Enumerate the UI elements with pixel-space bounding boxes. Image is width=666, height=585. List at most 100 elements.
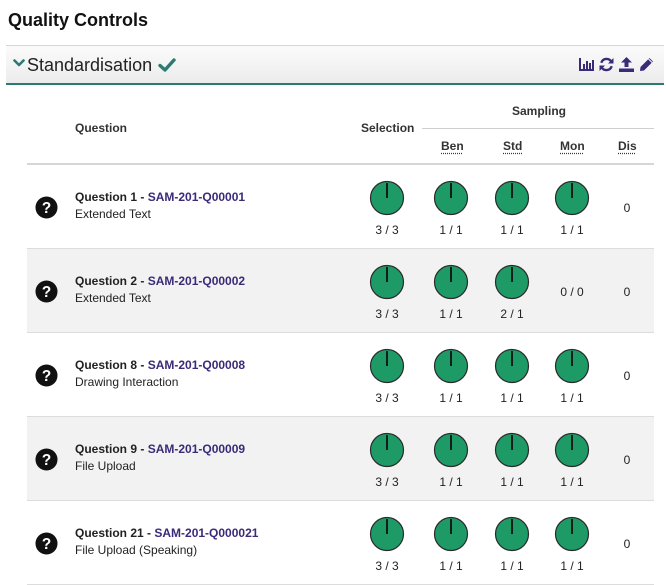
question-separator: - <box>137 190 148 204</box>
question-code-link[interactable]: SAM-201-Q00009 <box>148 442 245 456</box>
question-label: Question 21 <box>75 526 144 540</box>
sampling-divider <box>422 128 654 129</box>
table-row: ? Question 2 - SAM-201-Q00002 Extended Tex… <box>27 249 654 333</box>
question-title: Question 8 - SAM-201-Q00008 <box>75 358 245 372</box>
question-circle-icon[interactable]: ? <box>35 448 58 471</box>
question-separator: - <box>137 442 148 456</box>
std-gauge-icon[interactable] <box>494 516 530 552</box>
selection-count: 3 / 3 <box>375 391 399 405</box>
question-code-link[interactable]: SAM-201-Q00001 <box>148 190 245 204</box>
svg-text:?: ? <box>42 452 51 469</box>
ben-gauge-icon[interactable] <box>433 264 469 300</box>
upload-icon[interactable] <box>618 56 635 73</box>
std-count: 1 / 1 <box>500 391 524 405</box>
mon-gauge-icon[interactable] <box>554 348 590 384</box>
panel-title: Standardisation <box>27 55 153 75</box>
std-count: 2 / 1 <box>500 307 524 321</box>
question-separator: - <box>137 358 148 372</box>
question-circle-icon[interactable]: ? <box>35 280 58 303</box>
question-title: Question 2 - SAM-201-Q00002 <box>75 274 245 288</box>
header-question: Question <box>75 121 128 135</box>
question-circle-icon[interactable]: ? <box>35 532 58 555</box>
dis-count: 0 <box>623 369 631 383</box>
question-circle-icon[interactable]: ? <box>35 364 58 387</box>
question-label: Question 1 <box>75 190 138 204</box>
std-gauge-icon[interactable] <box>494 348 530 384</box>
svg-text:?: ? <box>42 284 51 301</box>
question-code-link[interactable]: SAM-201-Q000021 <box>154 526 258 540</box>
dis-count: 0 <box>623 201 631 215</box>
table-row: ? Question 9 - SAM-201-Q00009 File Upload 3… <box>27 417 654 501</box>
question-title: Question 1 - SAM-201-Q00001 <box>75 190 245 204</box>
question-label: Question 2 <box>75 274 138 288</box>
selection-count: 3 / 3 <box>375 475 399 489</box>
ben-count: 1 / 1 <box>439 475 463 489</box>
table-row: ? Question 1 - SAM-201-Q00001 Extended Tex… <box>27 165 654 249</box>
mon-gauge-icon[interactable] <box>554 432 590 468</box>
mon-count: 1 / 1 <box>560 391 584 405</box>
question-circle-icon[interactable]: ? <box>35 196 58 219</box>
ben-gauge-icon[interactable] <box>433 432 469 468</box>
dis-count: 0 <box>623 285 631 299</box>
question-title: Question 21 - SAM-201-Q000021 <box>75 526 258 540</box>
header-sampling: Sampling <box>512 104 567 118</box>
std-gauge-icon[interactable] <box>494 264 530 300</box>
svg-text:?: ? <box>42 200 51 217</box>
panel-toolbar <box>578 56 655 73</box>
chevron-down-icon[interactable] <box>13 57 25 69</box>
mon-count: 0 / 0 <box>560 285 584 299</box>
std-count: 1 / 1 <box>500 223 524 237</box>
sel-gauge-icon[interactable] <box>369 348 405 384</box>
refresh-icon[interactable] <box>598 56 615 73</box>
ben-gauge-icon[interactable] <box>433 348 469 384</box>
sel-gauge-icon[interactable] <box>369 432 405 468</box>
table-row: ? Question 8 - SAM-201-Q00008 Drawing Inte… <box>27 333 654 417</box>
question-type: Drawing Interaction <box>75 375 179 389</box>
standardisation-panel-header[interactable]: Standardisation <box>6 45 664 85</box>
selection-count: 3 / 3 <box>375 559 399 573</box>
svg-text:?: ? <box>42 536 51 553</box>
header-dis[interactable]: Dis <box>618 139 637 153</box>
mon-count: 1 / 1 <box>560 559 584 573</box>
ben-gauge-icon[interactable] <box>433 180 469 216</box>
question-code-link[interactable]: SAM-201-Q00002 <box>148 274 245 288</box>
ben-gauge-icon[interactable] <box>433 516 469 552</box>
header-ben[interactable]: Ben <box>441 139 464 153</box>
question-label: Question 9 <box>75 442 138 456</box>
std-count: 1 / 1 <box>500 559 524 573</box>
ben-count: 1 / 1 <box>439 559 463 573</box>
sel-gauge-icon[interactable] <box>369 180 405 216</box>
dis-count: 0 <box>623 537 631 551</box>
header-std[interactable]: Std <box>503 139 522 153</box>
check-icon <box>158 58 176 72</box>
question-separator: - <box>137 274 148 288</box>
question-type: Extended Text <box>75 291 151 305</box>
svg-text:?: ? <box>42 368 51 385</box>
selection-count: 3 / 3 <box>375 223 399 237</box>
std-count: 1 / 1 <box>500 475 524 489</box>
sel-gauge-icon[interactable] <box>369 516 405 552</box>
table-row: ? Question 21 - SAM-201-Q000021 File Uploa… <box>27 501 654 585</box>
ben-count: 1 / 1 <box>439 307 463 321</box>
question-type: Extended Text <box>75 207 151 221</box>
question-label: Question 8 <box>75 358 138 372</box>
header-selection: Selection <box>361 121 415 135</box>
sel-gauge-icon[interactable] <box>369 264 405 300</box>
question-code-link[interactable]: SAM-201-Q00008 <box>148 358 245 372</box>
mon-gauge-icon[interactable] <box>554 180 590 216</box>
mon-count: 1 / 1 <box>560 475 584 489</box>
std-gauge-icon[interactable] <box>494 180 530 216</box>
mon-count: 1 / 1 <box>560 223 584 237</box>
header-mon[interactable]: Mon <box>560 139 585 153</box>
pencil-icon[interactable] <box>638 56 655 73</box>
mon-gauge-icon[interactable] <box>554 516 590 552</box>
dis-count: 0 <box>623 453 631 467</box>
question-type: File Upload (Speaking) <box>75 543 198 557</box>
selection-count: 3 / 3 <box>375 307 399 321</box>
question-separator: - <box>143 526 155 540</box>
ben-count: 1 / 1 <box>439 223 463 237</box>
std-gauge-icon[interactable] <box>494 432 530 468</box>
bar-chart-icon[interactable] <box>578 56 595 73</box>
page-title: Quality Controls <box>8 10 149 30</box>
question-type: File Upload <box>75 459 136 473</box>
